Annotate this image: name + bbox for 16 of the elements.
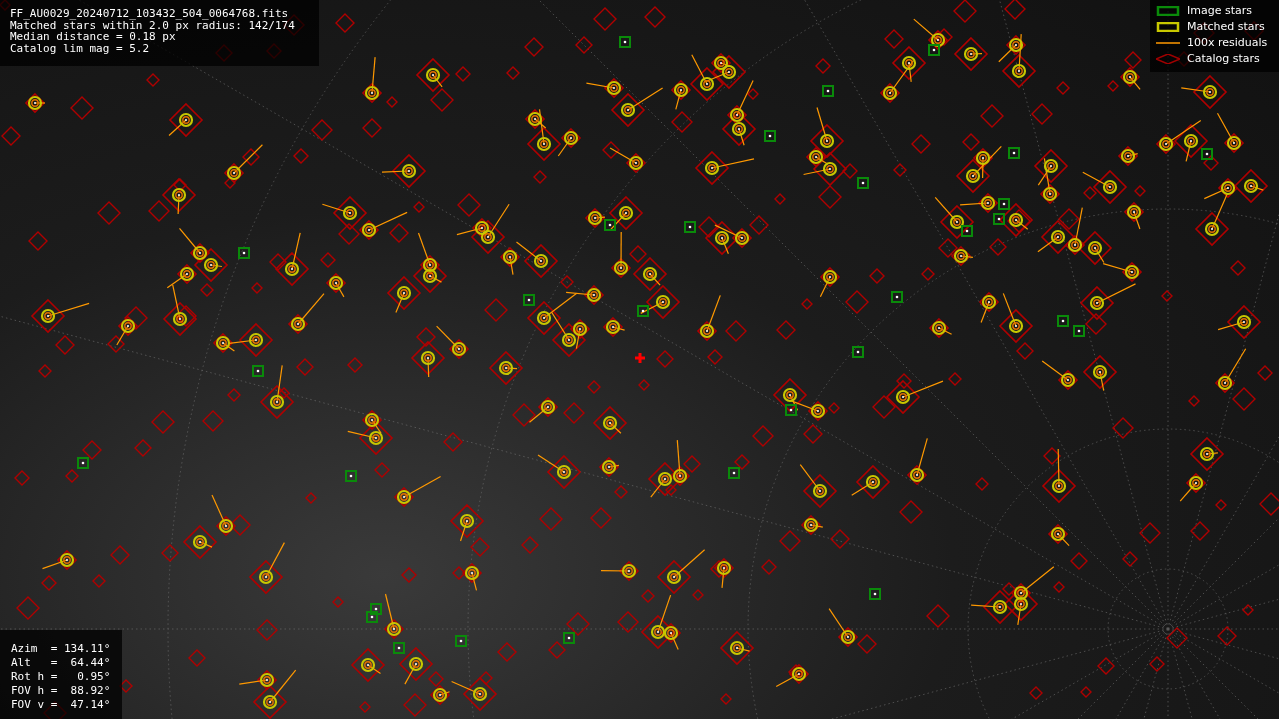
image-legend-icon bbox=[1156, 6, 1180, 17]
pointing-text: FOV v = 47.14° bbox=[11, 698, 112, 712]
info-text: Matched stars within 2.0 px radius: 142/174 bbox=[10, 19, 296, 31]
info-text: FF_AU0029_20240712_103432_504_0064768.fits bbox=[10, 8, 290, 20]
matched-legend-icon bbox=[1156, 22, 1180, 33]
pointing-text: FOV h = 88.92° bbox=[11, 684, 112, 698]
pointing-text: Alt = 64.44° bbox=[11, 656, 112, 670]
pointing-text: Rot h = 0.95° bbox=[11, 670, 112, 684]
legend-label: 100x residuals bbox=[1187, 37, 1268, 50]
info-text: Median distance = 0.18 px bbox=[10, 31, 176, 43]
catalog-legend-icon bbox=[1156, 54, 1180, 65]
legend-label: Catalog stars bbox=[1187, 53, 1260, 66]
legend-label: Image stars bbox=[1187, 5, 1252, 18]
pointing-text: Azim = 134.11° bbox=[11, 642, 112, 656]
info-text: Catalog lim mag = 5.2 bbox=[10, 42, 151, 54]
legend-label: Matched stars bbox=[1187, 21, 1265, 34]
